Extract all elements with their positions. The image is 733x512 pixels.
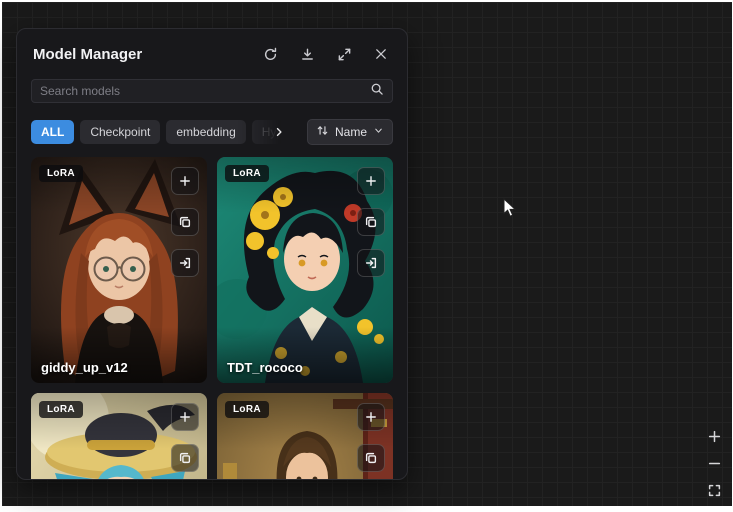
search-input[interactable] [40,84,370,98]
copy-icon[interactable] [357,208,385,236]
search-bar [31,79,393,103]
model-card[interactable]: LoRA [217,393,393,479]
fit-view-icon[interactable] [704,480,724,500]
copy-icon[interactable] [171,208,199,236]
model-card[interactable]: LoRA [31,393,207,479]
workflow-canvas[interactable]: Model Manager [2,2,732,506]
filter-embedding[interactable]: embedding [166,120,245,144]
model-card[interactable]: LoRA TDT_rococo [217,157,393,383]
card-actions [171,167,199,277]
add-model-icon[interactable] [171,403,199,431]
copy-icon[interactable] [171,444,199,472]
chevron-down-icon [373,125,384,139]
model-type-badge: LoRA [225,401,269,418]
zoom-in-icon[interactable] [704,426,724,446]
filter-row: ALL Checkpoint embedding Hype Name [31,119,393,145]
sort-icon [316,124,329,140]
close-icon[interactable] [373,46,389,62]
model-name: TDT_rococo [227,360,303,375]
expand-icon[interactable] [336,46,352,62]
panel-header: Model Manager [17,29,407,65]
filter-checkpoint[interactable]: Checkpoint [80,120,160,144]
sort-label: Name [335,125,367,139]
search-icon [370,82,384,101]
model-type-badge: LoRA [225,165,269,182]
add-model-icon[interactable] [357,403,385,431]
model-type-badge: LoRA [39,165,83,182]
add-model-icon[interactable] [357,167,385,195]
canvas-controls [704,426,724,500]
add-model-icon[interactable] [171,167,199,195]
panel-title: Model Manager [33,46,262,63]
model-name: giddy_up_v12 [41,360,128,375]
chevron-right-icon[interactable] [271,124,287,140]
zoom-out-icon[interactable] [704,453,724,473]
copy-icon[interactable] [357,444,385,472]
model-card-grid: LoRA giddy_up_v12 [31,157,393,479]
card-actions [357,403,385,472]
filter-scroll-area: ALL Checkpoint embedding Hype [31,120,283,144]
filter-all[interactable]: ALL [31,120,74,144]
refresh-icon[interactable] [262,46,278,62]
download-icon[interactable] [299,46,315,62]
load-workflow-icon[interactable] [171,249,199,277]
model-card[interactable]: LoRA giddy_up_v12 [31,157,207,383]
mouse-cursor [503,198,517,218]
card-actions [357,167,385,277]
model-manager-panel: Model Manager [16,28,408,480]
sort-dropdown[interactable]: Name [307,119,393,145]
model-type-badge: LoRA [39,401,83,418]
load-workflow-icon[interactable] [357,249,385,277]
card-actions [171,403,199,472]
panel-toolbar [262,46,389,62]
